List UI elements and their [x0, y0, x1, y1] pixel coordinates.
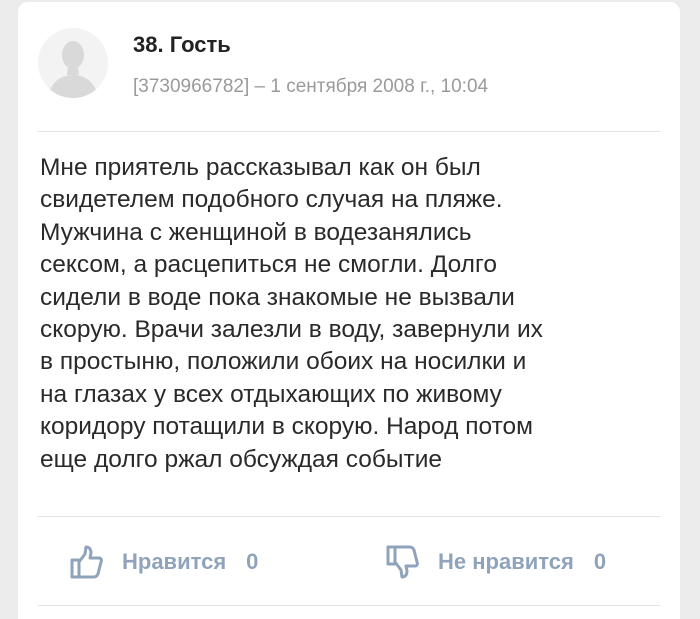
divider [38, 131, 660, 132]
like-label: Нравится [122, 549, 227, 574]
dislike-button[interactable]: Не нравится 0 [386, 542, 606, 582]
thumbs-up-icon [70, 545, 103, 579]
dislike-label: Не нравится [438, 549, 574, 574]
user-silhouette-icon [38, 28, 108, 98]
comment-text: Мне приятель рассказывал как он был свид… [40, 154, 543, 473]
comment-author: 38. Гость [133, 32, 231, 57]
avatar [38, 28, 108, 98]
divider [38, 516, 660, 517]
like-count: 0 [246, 549, 259, 574]
comment-card: 38. Гость [3730966782] – 1 сентября 2008… [18, 2, 680, 619]
like-button[interactable]: Нравится 0 [70, 542, 258, 582]
divider [38, 605, 660, 606]
thumbs-down-icon [386, 545, 419, 579]
comment-meta: [3730966782] – 1 сентября 2008 г., 10:04 [133, 76, 489, 97]
dislike-count: 0 [593, 549, 607, 574]
